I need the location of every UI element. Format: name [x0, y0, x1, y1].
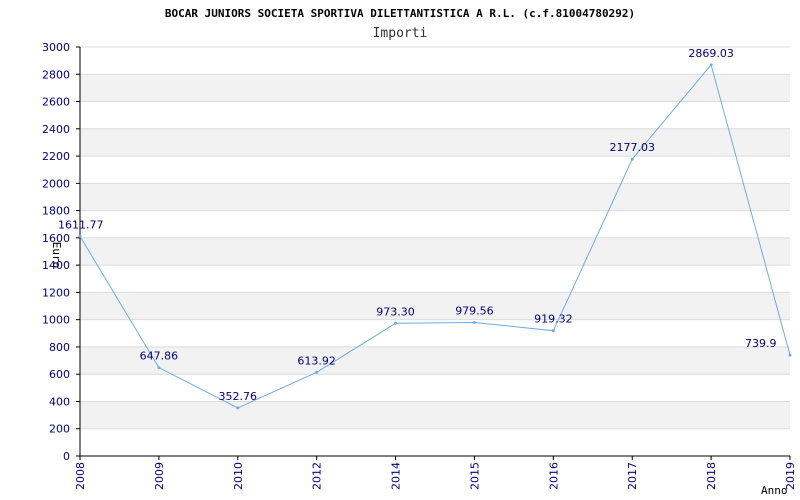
x-tick-label: 2015	[468, 462, 481, 490]
data-point	[394, 321, 398, 325]
y-tick-label: 200	[49, 423, 70, 436]
x-tick-label: 2018	[705, 462, 718, 490]
chart-title: BOCAR JUNIORS SOCIETA SPORTIVA DILETTANT…	[165, 7, 635, 20]
y-tick-label: 2200	[42, 150, 70, 163]
data-point	[472, 320, 476, 324]
data-label: 919.32	[534, 313, 573, 326]
data-label: 1611.77	[58, 218, 104, 231]
data-point	[315, 370, 319, 374]
grid-band	[80, 292, 790, 320]
line-chart: BOCAR JUNIORS SOCIETA SPORTIVA DILETTANT…	[42, 7, 797, 497]
x-tick-label: 2010	[232, 462, 245, 490]
data-label: 2869.03	[688, 47, 734, 60]
data-label: 739.9	[745, 337, 777, 350]
y-axis-label: Euro	[50, 242, 63, 269]
grid-band	[80, 128, 790, 157]
y-tick-label: 400	[49, 395, 70, 408]
data-point	[78, 234, 82, 238]
y-tick-label: 2600	[42, 96, 70, 109]
x-tick-label: 2012	[311, 462, 324, 490]
data-point	[551, 329, 555, 333]
y-tick-label: 1800	[42, 205, 70, 218]
data-label: 973.30	[376, 305, 415, 318]
x-tick-label: 2009	[153, 462, 166, 490]
data-point	[709, 63, 713, 67]
x-tick-label: 2008	[74, 462, 87, 490]
data-point	[788, 353, 792, 357]
grid-band	[80, 237, 790, 266]
chart-subtitle: Importi	[373, 26, 428, 41]
data-point	[157, 366, 161, 370]
grid-band	[80, 183, 790, 211]
y-tick-label: 1000	[42, 314, 70, 327]
grid-band	[80, 401, 790, 429]
y-tick-label: 2800	[42, 68, 70, 81]
grid-band	[80, 346, 790, 375]
y-tick-label: 2000	[42, 177, 70, 190]
data-label: 647.86	[140, 350, 179, 363]
y-tick-label: 3000	[42, 41, 70, 54]
y-tick-label: 600	[49, 368, 70, 381]
x-axis-label: Anno	[761, 484, 788, 497]
y-tick-label: 2400	[42, 123, 70, 136]
x-tick-label: 2014	[390, 462, 403, 490]
y-tick-label: 1200	[42, 286, 70, 299]
data-point	[236, 406, 240, 410]
x-axis-ticks: 2008 2009 2010 2012 2014 2015 2016 2017 2018 2019	[74, 456, 797, 490]
data-label: 613.92	[297, 354, 336, 367]
x-tick-label: 2017	[626, 462, 639, 490]
data-label: 2177.03	[609, 141, 655, 154]
data-label: 979.56	[455, 304, 494, 317]
y-tick-label: 800	[49, 341, 70, 354]
background-bands	[80, 74, 790, 429]
data-point	[630, 157, 634, 161]
data-label: 352.76	[219, 390, 258, 403]
y-tick-label: 0	[63, 450, 70, 463]
x-tick-label: 2016	[547, 462, 560, 490]
